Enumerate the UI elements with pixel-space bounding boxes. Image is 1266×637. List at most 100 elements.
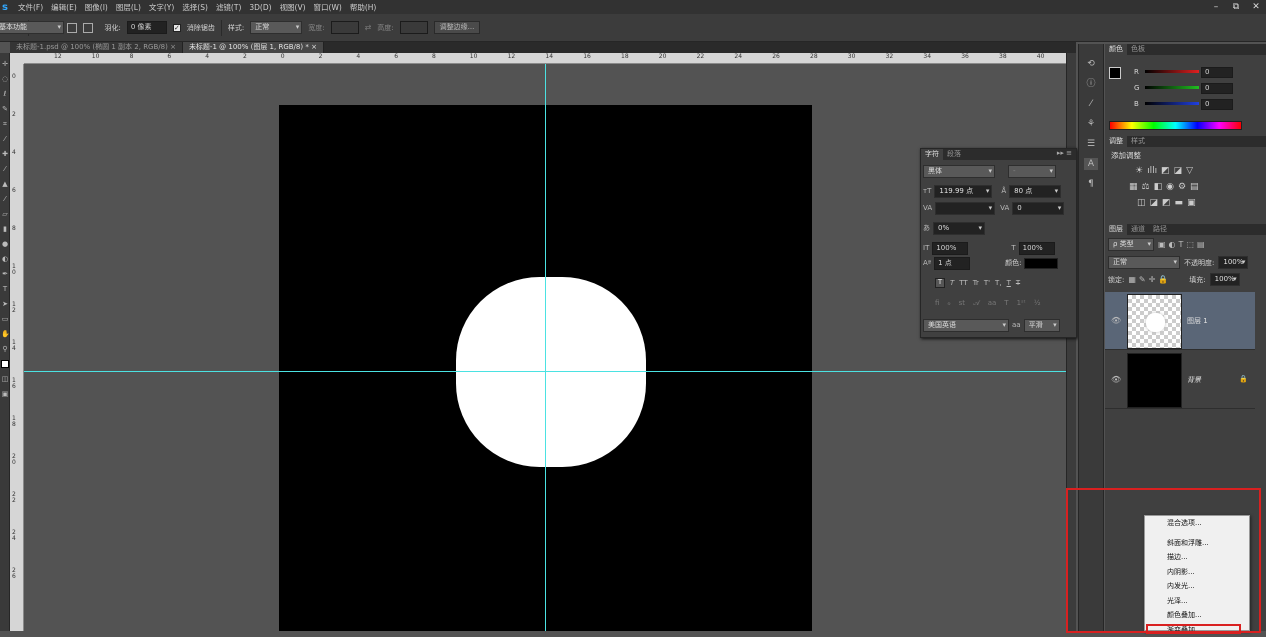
lock-icons[interactable]: ▦✎✛🔒: [1128, 275, 1171, 284]
layer-row-layer1[interactable]: 👁 图层 1: [1105, 292, 1255, 350]
subtract-selection-icon[interactable]: [67, 23, 77, 33]
foreground-color-swatch[interactable]: [1, 360, 9, 368]
opentype-icon[interactable]: 𝒜: [973, 299, 980, 308]
threshold-icon[interactable]: ◩: [1162, 198, 1171, 208]
layer-filter-select[interactable]: ρ 类型: [1108, 238, 1154, 251]
color-spectrum-bar[interactable]: [1109, 121, 1242, 130]
vibrance-icon[interactable]: ▽: [1186, 166, 1193, 176]
opentype-icon[interactable]: ½: [1034, 299, 1041, 307]
faux-italic-button[interactable]: T: [950, 279, 954, 287]
type-tool-icon[interactable]: T: [1, 285, 9, 293]
tab-layers[interactable]: 图层: [1105, 224, 1127, 235]
kerning-select[interactable]: [935, 202, 995, 215]
horizontal-scale-input[interactable]: 100%: [1019, 242, 1055, 255]
language-select[interactable]: 美国英语: [923, 319, 1009, 332]
leading-select[interactable]: 80 点: [1009, 185, 1061, 198]
brightness-icon[interactable]: ☀: [1135, 166, 1143, 176]
quick-select-tool-icon[interactable]: ✎: [1, 105, 9, 113]
faux-bold-button[interactable]: T: [935, 278, 945, 288]
photo-filter-icon[interactable]: ◉: [1166, 182, 1174, 192]
channel-g-slider[interactable]: [1145, 86, 1199, 89]
workspace-select[interactable]: 基本功能: [0, 21, 64, 34]
menu-help[interactable]: 帮助(H): [346, 2, 381, 13]
tab-paths[interactable]: 路径: [1149, 224, 1171, 235]
style-select[interactable]: 正常: [250, 21, 302, 34]
opentype-icon[interactable]: st: [959, 299, 965, 307]
blur-tool-icon[interactable]: ●: [1, 240, 9, 248]
channel-r-slider[interactable]: [1145, 70, 1199, 73]
quick-mask-icon[interactable]: ◫: [1, 375, 9, 383]
opentype-icon[interactable]: 1ˢᵗ: [1017, 299, 1026, 307]
canvas-area[interactable]: [24, 64, 1066, 631]
channel-b-input[interactable]: 0: [1201, 99, 1233, 110]
feather-input[interactable]: 0 像素: [127, 21, 167, 34]
tab-styles[interactable]: 样式: [1127, 136, 1149, 147]
blend-mode-select[interactable]: 正常: [1108, 256, 1180, 269]
clone-source-icon[interactable]: ⚘: [1084, 118, 1098, 130]
vertical-guide[interactable]: [545, 64, 546, 631]
pen-tool-icon[interactable]: ✒: [1, 270, 9, 278]
menu-filter[interactable]: 滤镜(T): [212, 2, 245, 13]
font-style-select[interactable]: -: [1008, 165, 1056, 178]
menu-view[interactable]: 视图(V): [276, 2, 310, 13]
tsume-select[interactable]: 0%: [933, 222, 985, 235]
close-button[interactable]: ✕: [1246, 0, 1266, 14]
hue-saturation-icon[interactable]: ▦: [1129, 182, 1138, 192]
vertical-ruler[interactable]: 024681 01 21 41 61 82 02 22 42 6: [10, 64, 24, 631]
tracking-select[interactable]: 0: [1012, 202, 1064, 215]
panel-menu-icon[interactable]: ▸▸ ≡: [1057, 149, 1072, 157]
opentype-icon[interactable]: ℴ: [947, 299, 950, 307]
small-caps-button[interactable]: Tr: [973, 279, 979, 287]
crop-tool-icon[interactable]: ⌗: [1, 120, 9, 128]
layer-filter-icons[interactable]: ▣◐T⬚▤: [1158, 240, 1208, 249]
horizontal-ruler[interactable]: 1210864202468101214161820222426283032343…: [24, 53, 1066, 64]
underline-button[interactable]: T: [1007, 279, 1011, 287]
invert-icon[interactable]: ◫: [1137, 198, 1146, 208]
tab-swatches[interactable]: 色板: [1127, 44, 1149, 55]
levels-icon[interactable]: ıllı: [1147, 166, 1157, 176]
tab-close-icon[interactable]: ×: [170, 43, 176, 51]
character-panel-icon[interactable]: A: [1084, 158, 1098, 170]
all-caps-button[interactable]: TT: [959, 279, 967, 287]
fill-input[interactable]: 100%: [1210, 273, 1240, 286]
menu-type[interactable]: 文字(Y): [145, 2, 178, 13]
lasso-tool-icon[interactable]: ℓ: [1, 90, 9, 98]
path-select-tool-icon[interactable]: ➤: [1, 300, 9, 308]
opentype-icon[interactable]: fi: [935, 299, 939, 307]
tab-close-icon[interactable]: ×: [311, 43, 317, 51]
layer-name[interactable]: 图层 1: [1187, 316, 1208, 326]
stamp-tool-icon[interactable]: ▲: [1, 180, 9, 188]
gradient-map-icon[interactable]: ▬: [1175, 198, 1184, 208]
curves-icon[interactable]: ◩: [1161, 166, 1170, 176]
paragraph-panel-icon[interactable]: ¶: [1084, 178, 1098, 190]
layer-row-background[interactable]: 👁 背景 🔒: [1105, 351, 1255, 409]
brush-tool-icon[interactable]: ⁄: [1, 165, 9, 173]
tab-channels[interactable]: 通道: [1127, 224, 1149, 235]
black-white-icon[interactable]: ◧: [1154, 182, 1163, 192]
refine-edge-button[interactable]: 调整边缘...: [434, 21, 481, 34]
history-panel-icon[interactable]: ⟲: [1084, 58, 1098, 70]
move-tool-icon[interactable]: ✛: [1, 60, 9, 68]
antialias-select[interactable]: 平滑: [1024, 319, 1060, 332]
hand-tool-icon[interactable]: ✋: [1, 330, 9, 338]
horizontal-guide[interactable]: [24, 371, 1066, 372]
height-input[interactable]: [400, 21, 428, 34]
opentype-icon[interactable]: aa: [988, 299, 997, 307]
selective-color-icon[interactable]: ▣: [1187, 198, 1196, 208]
history-brush-icon[interactable]: ⁄: [1, 195, 9, 203]
screen-mode-icon[interactable]: ▣: [1, 390, 9, 398]
layer-name[interactable]: 背景: [1187, 375, 1201, 385]
menu-layer[interactable]: 图层(L): [112, 2, 145, 13]
eyedropper-tool-icon[interactable]: ⁄: [1, 135, 9, 143]
channel-b-slider[interactable]: [1145, 102, 1199, 105]
opacity-input[interactable]: 100%: [1218, 256, 1248, 269]
opentype-icon[interactable]: T: [1004, 299, 1008, 307]
vertical-scale-input[interactable]: 100%: [932, 242, 968, 255]
menu-window[interactable]: 窗口(W): [310, 2, 346, 13]
shape-tool-icon[interactable]: ▭: [1, 315, 9, 323]
tab-color[interactable]: 颜色: [1105, 44, 1127, 55]
swap-icon[interactable]: ⇄: [365, 23, 372, 32]
tab-document-1[interactable]: 未标题-1.psd @ 100% (椭圆 1 副本 2, RGB/8) ×: [10, 42, 183, 53]
tab-document-2[interactable]: 未标题-1 @ 100% (图层 1, RGB/8) * ×: [183, 42, 324, 53]
channel-mixer-icon[interactable]: ⚙: [1178, 182, 1186, 192]
